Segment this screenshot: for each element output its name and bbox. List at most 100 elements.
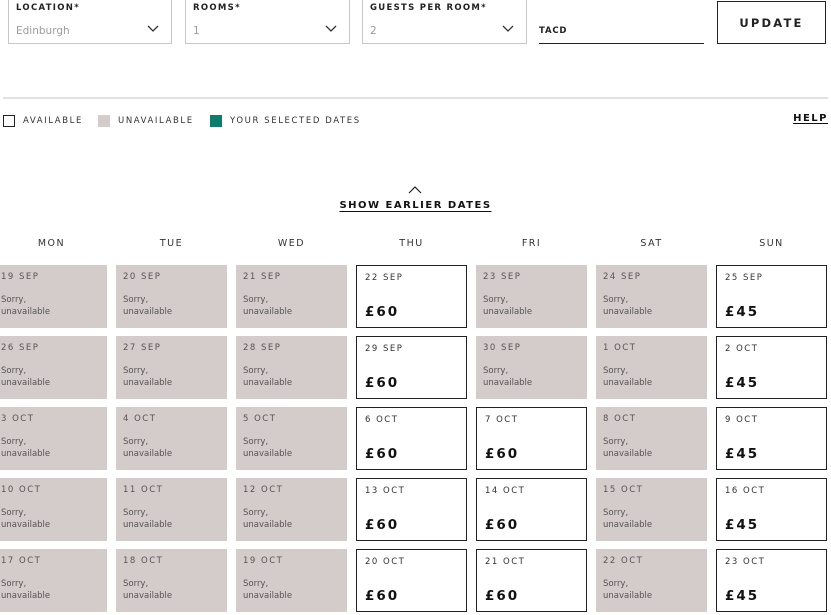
day-date: 19 SEP	[1, 272, 40, 282]
unavailable-text: Sorry, unavailable	[483, 295, 533, 317]
guests-label: GUESTS PER ROOM*	[370, 3, 487, 13]
legend-available-label: AVAILABLE	[23, 116, 83, 126]
day-header: THU	[399, 238, 424, 249]
legend-available: AVAILABLE	[3, 114, 83, 128]
calendar-day-available[interactable]: 20 OCT £60	[356, 549, 467, 612]
unavailable-text: Sorry, unavailable	[123, 579, 173, 601]
calendar-day-unavailable: 3 OCT Sorry, unavailable	[0, 407, 107, 470]
day-header: SUN	[759, 238, 784, 249]
calendar-day-available[interactable]: 2 OCT £45	[716, 336, 827, 399]
calendar-day-available[interactable]: 6 OCT £60	[356, 407, 467, 470]
day-price: £60	[485, 588, 520, 604]
unavailable-text: Sorry, unavailable	[1, 579, 51, 601]
calendar-day-available[interactable]: 23 OCT £45	[716, 549, 827, 612]
calendar-day-available[interactable]: 14 OCT £60	[476, 478, 587, 541]
rooms-select[interactable]: ROOMS* 1	[185, 0, 350, 44]
calendar-day-available[interactable]: 13 OCT £60	[356, 478, 467, 541]
rate-code-input[interactable]: TACD	[539, 18, 704, 44]
legend-unavailable-label: UNAVAILABLE	[118, 116, 194, 126]
unavailable-text: Sorry, unavailable	[243, 579, 293, 601]
day-date: 10 OCT	[1, 485, 42, 495]
calendar-day-unavailable: 28 SEP Sorry, unavailable	[236, 336, 347, 399]
day-date: 2 OCT	[725, 344, 759, 354]
day-price: £45	[725, 446, 760, 462]
rooms-label: ROOMS*	[193, 3, 241, 13]
day-price: £60	[485, 517, 520, 533]
available-swatch	[3, 115, 15, 127]
calendar-day-available[interactable]: 7 OCT £60	[476, 407, 587, 470]
day-date: 11 OCT	[123, 485, 164, 495]
day-price: £60	[365, 375, 400, 391]
chevron-down-icon	[325, 25, 337, 32]
calendar-day-available[interactable]: 21 OCT £60	[476, 549, 587, 612]
day-date: 23 OCT	[725, 557, 766, 567]
day-date: 13 OCT	[365, 486, 406, 496]
day-date: 7 OCT	[485, 415, 519, 425]
day-header: TUE	[159, 238, 184, 249]
day-date: 30 SEP	[483, 343, 522, 353]
day-header: SAT	[640, 238, 663, 249]
unavailable-text: Sorry, unavailable	[1, 295, 51, 317]
calendar-day-unavailable: 18 OCT Sorry, unavailable	[116, 549, 227, 612]
day-price: £60	[485, 446, 520, 462]
day-price: £60	[365, 446, 400, 462]
day-header: FRI	[521, 238, 542, 249]
update-button[interactable]: UPDATE	[717, 1, 826, 44]
legend-selected: YOUR SELECTED DATES	[210, 114, 361, 128]
calendar-day-unavailable: 5 OCT Sorry, unavailable	[236, 407, 347, 470]
divider	[3, 97, 828, 99]
guests-select[interactable]: GUESTS PER ROOM* 2	[362, 0, 527, 44]
location-label: LOCATION*	[16, 3, 80, 13]
day-date: 16 OCT	[725, 486, 766, 496]
day-date: 1 OCT	[603, 343, 637, 353]
day-date: 21 SEP	[243, 272, 282, 282]
day-date: 5 OCT	[243, 414, 277, 424]
calendar-day-available[interactable]: 16 OCT £45	[716, 478, 827, 541]
unavailable-text: Sorry, unavailable	[603, 366, 653, 388]
day-date: 21 OCT	[485, 557, 526, 567]
calendar-day-unavailable: 15 OCT Sorry, unavailable	[596, 478, 707, 541]
selected-swatch	[210, 115, 222, 127]
guests-value: 2	[370, 25, 377, 37]
calendar-day-unavailable: 4 OCT Sorry, unavailable	[116, 407, 227, 470]
unavailable-text: Sorry, unavailable	[1, 366, 51, 388]
day-date: 3 OCT	[1, 414, 35, 424]
calendar-day-unavailable: 17 OCT Sorry, unavailable	[0, 549, 107, 612]
show-earlier-dates-link[interactable]: SHOW EARLIER DATES	[339, 200, 491, 211]
calendar-day-unavailable: 11 OCT Sorry, unavailable	[116, 478, 227, 541]
day-date: 6 OCT	[365, 415, 399, 425]
calendar-day-unavailable: 26 SEP Sorry, unavailable	[0, 336, 107, 399]
day-price: £60	[365, 304, 400, 320]
calendar-day-available[interactable]: 22 SEP £60	[356, 265, 467, 328]
day-date: 26 SEP	[1, 343, 40, 353]
calendar-day-unavailable: 1 OCT Sorry, unavailable	[596, 336, 707, 399]
unavailable-text: Sorry, unavailable	[603, 579, 653, 601]
day-date: 17 OCT	[1, 556, 42, 566]
day-date: 22 OCT	[603, 556, 644, 566]
calendar-day-unavailable: 8 OCT Sorry, unavailable	[596, 407, 707, 470]
day-price: £60	[365, 517, 400, 533]
chevron-up-icon[interactable]	[408, 185, 422, 194]
day-date: 4 OCT	[123, 414, 157, 424]
unavailable-text: Sorry, unavailable	[243, 437, 293, 459]
location-select[interactable]: LOCATION* Edinburgh	[8, 0, 172, 44]
unavailable-text: Sorry, unavailable	[483, 366, 533, 388]
unavailable-text: Sorry, unavailable	[123, 437, 173, 459]
chevron-down-icon	[502, 25, 514, 32]
day-date: 22 SEP	[365, 273, 404, 283]
day-price: £60	[365, 588, 400, 604]
calendar-day-unavailable: 19 OCT Sorry, unavailable	[236, 549, 347, 612]
calendar-day-available[interactable]: 25 SEP £45	[716, 265, 827, 328]
calendar-day-unavailable: 22 OCT Sorry, unavailable	[596, 549, 707, 612]
help-link[interactable]: HELP	[793, 113, 828, 124]
unavailable-text: Sorry, unavailable	[603, 295, 653, 317]
calendar-day-unavailable: 27 SEP Sorry, unavailable	[116, 336, 227, 399]
day-price: £45	[725, 517, 760, 533]
legend-selected-label: YOUR SELECTED DATES	[230, 116, 361, 126]
calendar-day-available[interactable]: 9 OCT £45	[716, 407, 827, 470]
day-date: 18 OCT	[123, 556, 164, 566]
rooms-value: 1	[193, 25, 200, 37]
day-date: 19 OCT	[243, 556, 284, 566]
calendar-day-available[interactable]: 29 SEP £60	[356, 336, 467, 399]
unavailable-text: Sorry, unavailable	[243, 366, 293, 388]
